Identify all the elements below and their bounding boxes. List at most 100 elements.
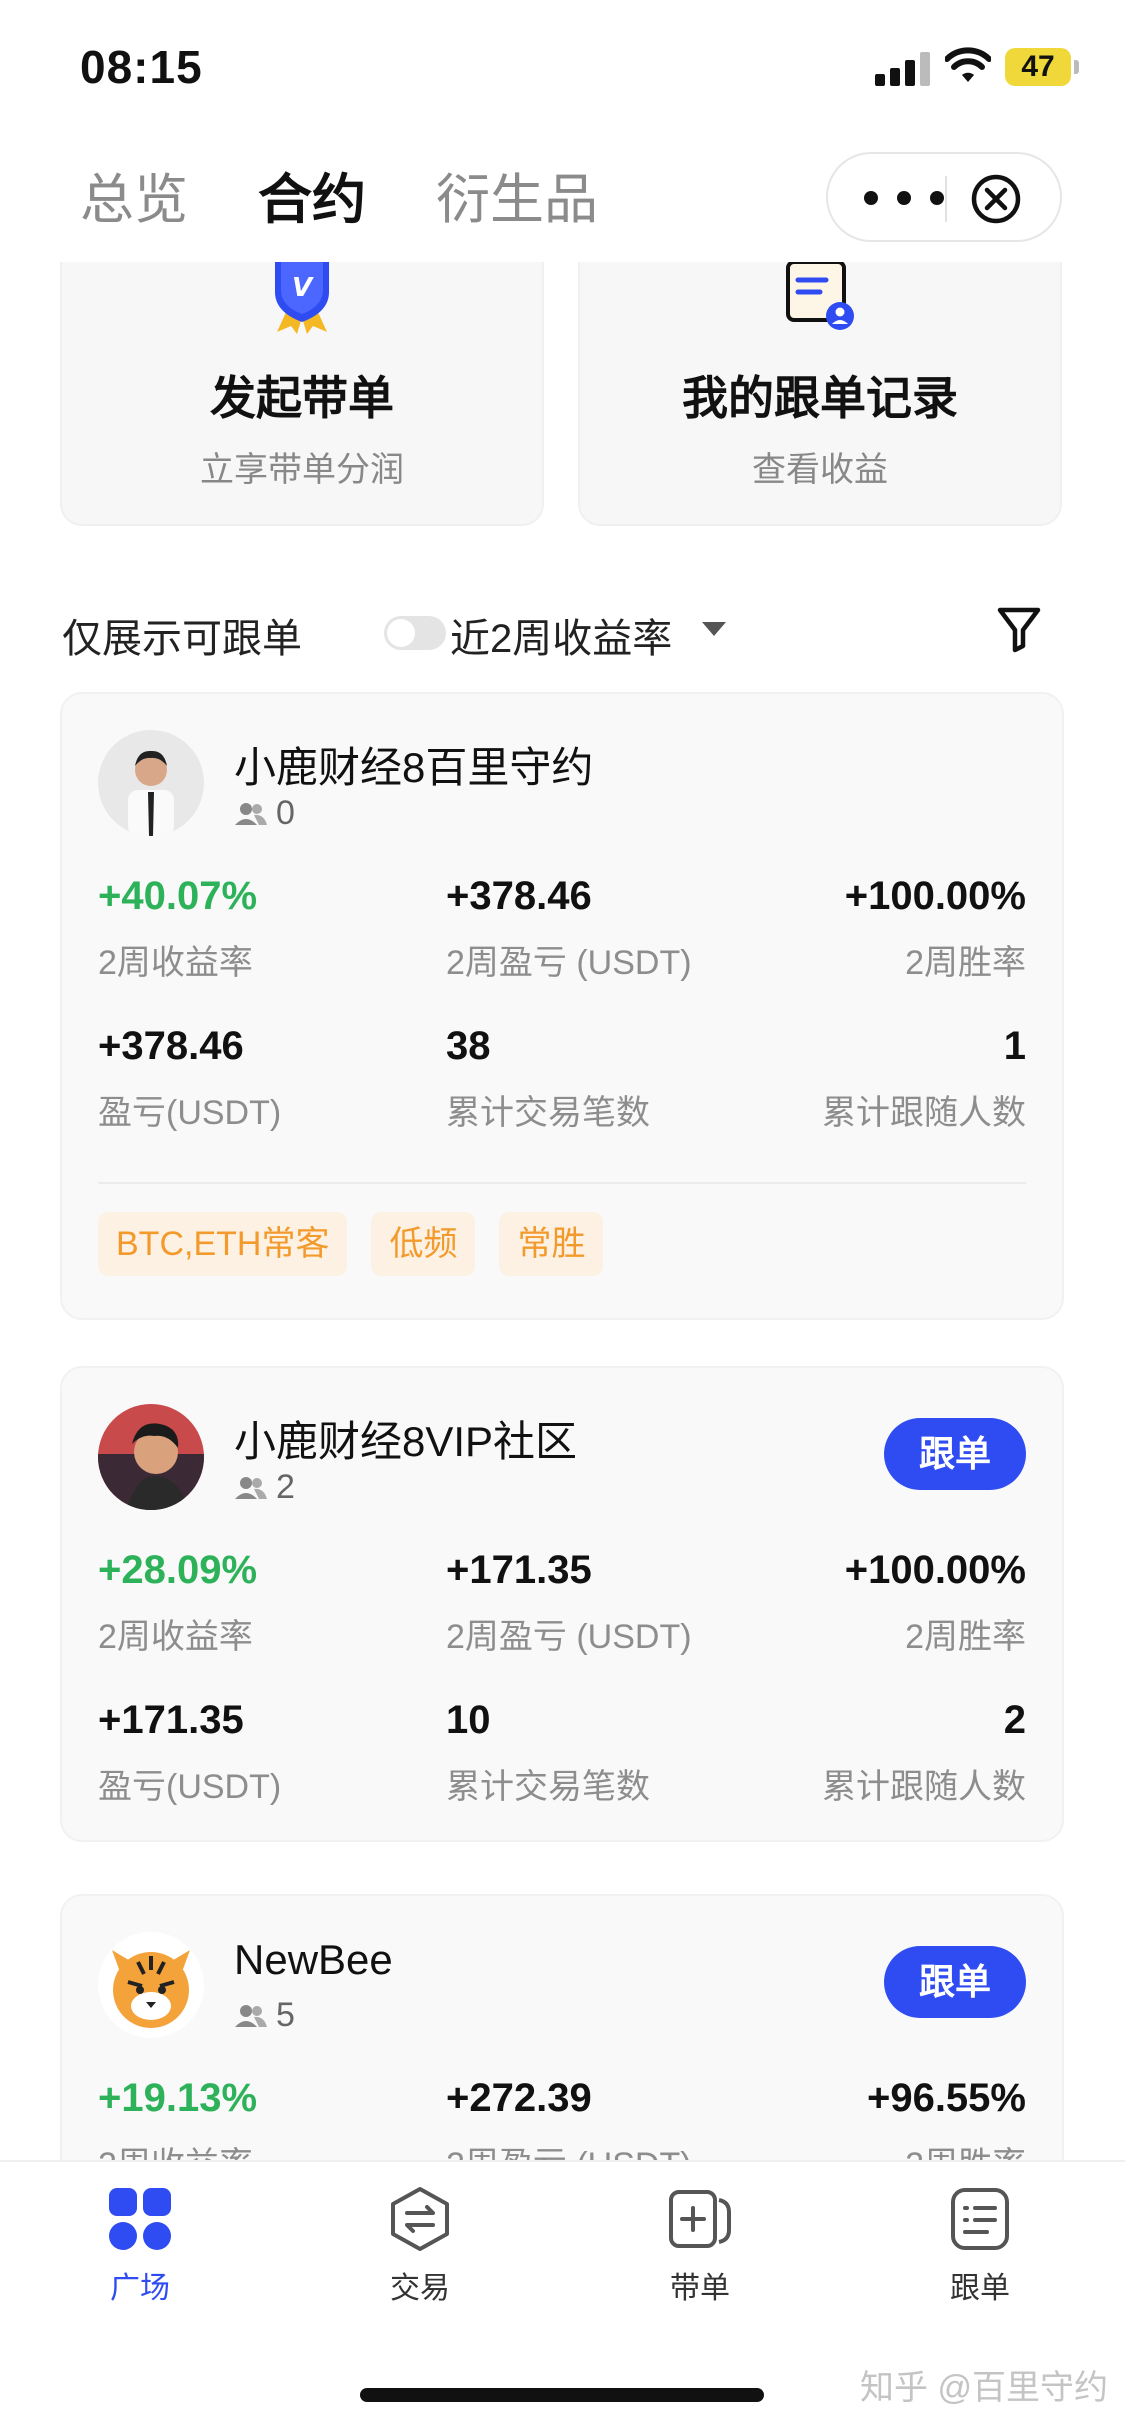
filter-funnel-icon[interactable] [994,602,1044,656]
swap-icon [391,2187,449,2251]
metric-value: +171.35 [98,1698,244,1742]
metric-label: 2周盈亏 (USDT) [446,944,692,982]
metric-value: +378.46 [98,1024,244,1068]
follower-count: 2 [234,1468,295,1507]
nav-item-trade[interactable]: 交易 [340,2186,500,2307]
trader-avatar [98,1404,204,1510]
start-lead-card[interactable]: V 发起带单 立享带单分润 [60,262,544,526]
trader-tag: 常胜 [499,1212,604,1276]
metric-value: +100.00% [844,1548,1026,1592]
metric-2w-winrate: +100.00% 2周胜率 [726,874,1026,984]
top-tabs: 总览 合约 衍生品 [80,158,598,230]
metric-total-followers: 2 累计跟随人数 [726,1698,1026,1808]
people-icon [235,2004,267,2027]
metric-label: 累计交易笔数 [446,1094,650,1132]
filter-bar: 仅展示可跟单 近2周收益率 [62,600,1062,670]
trader-tags: BTC,ETH常客 低频 常胜 [98,1212,604,1276]
my-copy-records-card[interactable]: 我的跟单记录 查看收益 [578,262,1062,526]
metric-value: +40.07% [98,874,258,918]
svg-text:V: V [292,273,314,303]
metric-value: +378.46 [446,874,592,918]
follower-count: 0 [234,794,295,833]
metric-2w-winrate: +100.00% 2周胜率 [726,1548,1026,1658]
more-icon[interactable] [864,180,944,216]
metric-2w-return: +40.07% 2周收益率 [98,874,398,984]
metric-value: 10 [446,1698,491,1742]
watermark: 知乎 @百里守约 [860,2369,1108,2407]
metric-value: +28.09% [98,1548,258,1592]
trader-name: NewBee [234,1936,393,1983]
metric-label: 盈亏(USDT) [98,1768,282,1806]
metric-2w-pnl: +378.46 2周盈亏 (USDT) [446,874,746,984]
status-time: 08:15 [80,41,203,93]
trader-tag: 低频 [371,1212,476,1276]
copy-list-icon [951,2188,1009,2250]
metric-label: 2周胜率 [905,1618,1026,1656]
nav-label: 跟单 [950,2272,1010,2305]
tab-derivatives[interactable]: 衍生品 [436,155,598,234]
cellular-signal-icon [875,52,931,86]
verified-badge-icon: V [275,262,329,334]
follower-count-value: 5 [276,1996,295,2034]
capsule-divider [945,176,947,222]
trader-card[interactable]: 小鹿财经8百里守约 0 +40.07% 2周收益率 +378.46 2周盈亏 (… [60,692,1064,1320]
status-bar: 08:15 47 [0,0,1125,140]
metric-label: 2周胜率 [905,944,1026,982]
trader-card[interactable]: 小鹿财经8VIP社区 2 跟单 +28.09% 2周收益率 +171.35 2周… [60,1366,1064,1842]
start-lead-subtitle: 立享带单分润 [200,451,404,489]
tab-overview[interactable]: 总览 [80,155,188,234]
close-icon[interactable] [970,173,1022,225]
metric-pnl: +378.46 盈亏(USDT) [98,1024,398,1134]
my-copy-records-title: 我的跟单记录 [682,372,958,424]
follow-button[interactable]: 跟单 [884,1418,1026,1490]
tab-contract[interactable]: 合约 [258,155,366,234]
divider [98,1182,1026,1184]
only-followable-label: 仅展示可跟单 [62,617,302,661]
nav-item-square[interactable]: 广场 [60,2186,220,2307]
metric-label: 2周盈亏 (USDT) [446,1618,692,1656]
metric-label: 2周收益率 [98,1618,253,1656]
metric-value: +19.13% [98,2076,258,2120]
grid-icon [109,2188,171,2250]
nav-label: 交易 [390,2272,450,2305]
trader-avatar [98,1932,204,2038]
trader-name: 小鹿财经8VIP社区 [234,1418,578,1465]
sort-dropdown[interactable]: 近2周收益率 [450,606,672,664]
lead-icon [669,2190,731,2248]
nav-item-copy[interactable]: 跟单 [900,2186,1060,2307]
chevron-down-icon[interactable] [702,622,726,636]
metric-value: 1 [1003,1024,1026,1068]
trader-avatar [98,730,204,836]
trader-name: 小鹿财经8百里守约 [234,744,594,791]
metric-total-trades: 38 累计交易笔数 [446,1024,746,1134]
wifi-icon [945,47,991,82]
metric-value: +96.55% [866,2076,1026,2120]
trader-tag: BTC,ETH常客 [98,1212,348,1276]
metric-label: 2周收益率 [98,944,253,982]
metric-label: 累计交易笔数 [446,1768,650,1806]
start-lead-title: 发起带单 [210,372,394,424]
follow-button[interactable]: 跟单 [884,1946,1026,2018]
only-followable-toggle[interactable] [384,616,446,650]
my-copy-records-subtitle: 查看收益 [752,451,888,489]
metric-value: +171.35 [446,1548,592,1592]
follower-count-value: 2 [276,1468,295,1506]
metric-label: 累计跟随人数 [822,1094,1026,1132]
metric-pnl: +171.35 盈亏(USDT) [98,1698,398,1808]
metric-value: +100.00% [844,874,1026,918]
follower-count-value: 0 [276,794,295,832]
metric-label: 盈亏(USDT) [98,1094,282,1132]
follower-count: 5 [234,1996,295,2035]
metric-2w-return: +28.09% 2周收益率 [98,1548,398,1658]
people-icon [235,802,267,825]
nav-item-lead[interactable]: 带单 [620,2186,780,2307]
home-indicator[interactable] [360,2388,764,2402]
metric-value: +272.39 [446,2076,592,2120]
metric-2w-pnl: +171.35 2周盈亏 (USDT) [446,1548,746,1658]
metric-total-trades: 10 累计交易笔数 [446,1698,746,1808]
record-document-icon [786,262,854,330]
mini-program-capsule [826,152,1062,242]
nav-label: 广场 [110,2272,170,2305]
people-icon [235,1476,267,1499]
metric-label: 累计跟随人数 [822,1768,1026,1806]
